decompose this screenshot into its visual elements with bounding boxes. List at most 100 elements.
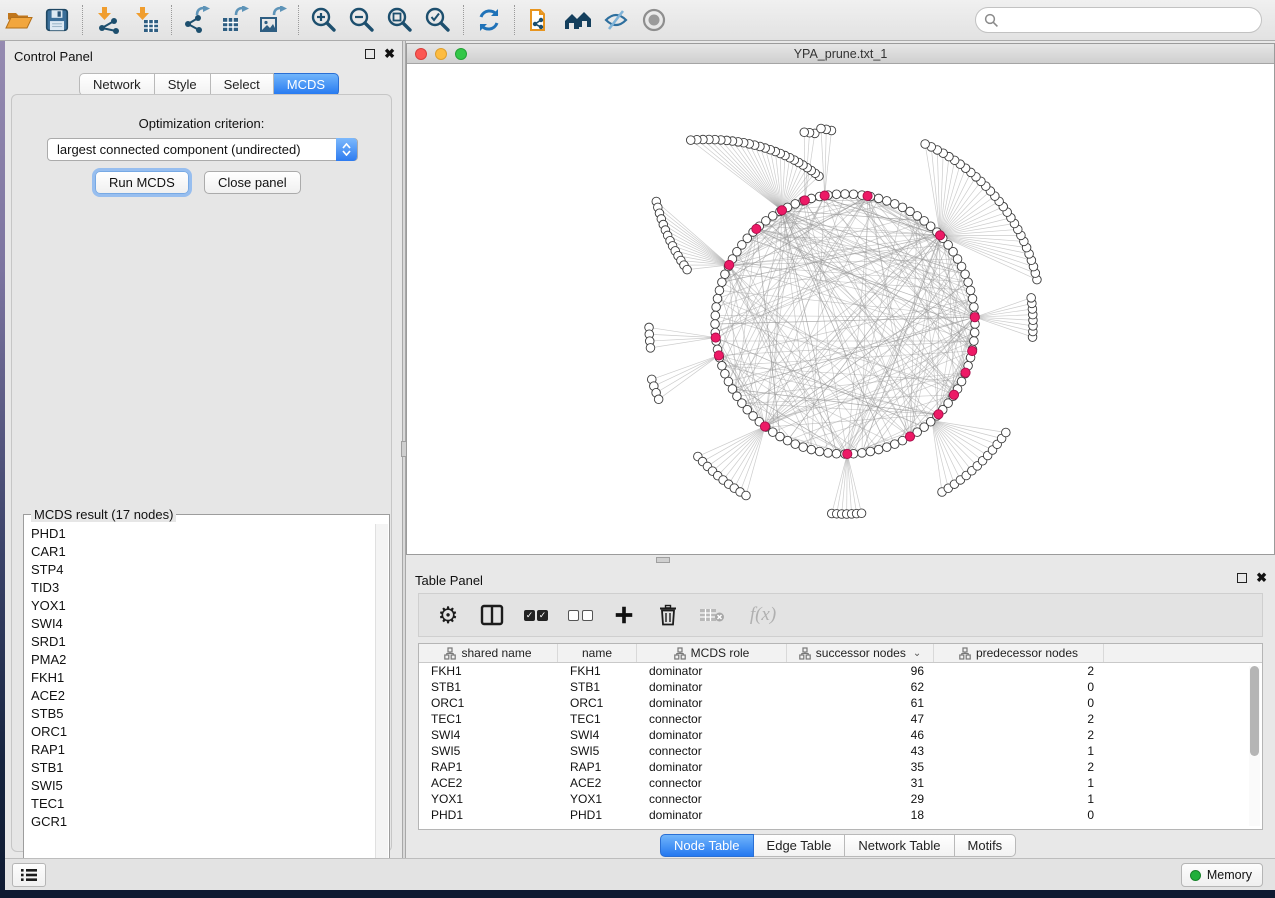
table-row[interactable]: RAP1RAP1dominator352 xyxy=(419,759,1262,775)
network-node[interactable] xyxy=(874,194,883,203)
mcds-result-item[interactable]: TEC1 xyxy=(25,794,375,812)
network-node[interactable] xyxy=(742,491,751,500)
cell-predecessor-nodes[interactable]: 2 xyxy=(934,728,1104,742)
home-button[interactable] xyxy=(559,3,597,37)
network-node[interactable] xyxy=(841,190,850,199)
network-node[interactable] xyxy=(654,395,663,404)
table-scrollbar-thumb[interactable] xyxy=(1250,666,1259,756)
zoom-fit-button[interactable] xyxy=(381,3,419,37)
refresh-layout-button[interactable] xyxy=(470,3,508,37)
network-view-canvas[interactable] xyxy=(407,65,1274,554)
cell-successor-nodes[interactable]: 18 xyxy=(787,808,934,822)
network-node[interactable] xyxy=(890,440,899,449)
network-window-titlebar[interactable]: YPA_prune.txt_1 xyxy=(407,44,1274,64)
mcds-node[interactable] xyxy=(905,432,914,441)
cell-MCDS-role[interactable]: connector xyxy=(637,776,787,790)
mcds-node[interactable] xyxy=(968,346,977,355)
run-mcds-button[interactable]: Run MCDS xyxy=(95,171,189,194)
cell-name[interactable]: TEC1 xyxy=(558,712,637,726)
network-node[interactable] xyxy=(857,509,866,518)
network-node[interactable] xyxy=(718,278,727,287)
network-node[interactable] xyxy=(890,200,899,209)
tab-network-table[interactable]: Network Table xyxy=(845,834,954,857)
cell-shared-name[interactable]: STB1 xyxy=(419,680,558,694)
tab-edge-table[interactable]: Edge Table xyxy=(754,834,846,857)
cell-MCDS-role[interactable]: connector xyxy=(637,744,787,758)
mcds-node[interactable] xyxy=(961,368,970,377)
network-node[interactable] xyxy=(961,270,970,279)
cell-MCDS-role[interactable]: dominator xyxy=(637,760,787,774)
tab-network[interactable]: Network xyxy=(79,73,155,96)
table-mode-button[interactable]: ⚙ xyxy=(433,600,463,630)
table-row[interactable]: STB1STB1dominator620 xyxy=(419,679,1262,695)
search-input[interactable] xyxy=(1002,9,1252,31)
table-panel-close-button[interactable]: ✖ xyxy=(1256,573,1267,583)
network-node[interactable] xyxy=(807,445,816,454)
cell-predecessor-nodes[interactable]: 0 xyxy=(934,808,1104,822)
mcds-result-item[interactable]: ORC1 xyxy=(25,722,375,740)
cell-MCDS-role[interactable]: dominator xyxy=(637,680,787,694)
import-table-button[interactable] xyxy=(127,3,165,37)
network-node[interactable] xyxy=(966,286,975,295)
network-node[interactable] xyxy=(970,337,979,346)
tab-style[interactable]: Style xyxy=(155,73,211,96)
zoom-in-button[interactable] xyxy=(305,3,343,37)
horizontal-splitter[interactable] xyxy=(406,555,1275,565)
network-node[interactable] xyxy=(970,328,979,337)
cell-successor-nodes[interactable]: 61 xyxy=(787,696,934,710)
network-node[interactable] xyxy=(882,443,891,452)
mcds-node[interactable] xyxy=(935,231,944,240)
network-node[interactable] xyxy=(783,436,792,445)
network-node[interactable] xyxy=(800,128,809,137)
network-node[interactable] xyxy=(970,303,979,312)
mcds-result-item[interactable]: PMA2 xyxy=(25,650,375,668)
network-node[interactable] xyxy=(711,311,720,320)
network-node[interactable] xyxy=(715,286,724,295)
mcds-result-item[interactable]: SWI5 xyxy=(25,776,375,794)
cell-predecessor-nodes[interactable]: 1 xyxy=(934,744,1104,758)
cell-successor-nodes[interactable]: 35 xyxy=(787,760,934,774)
delete-table-button[interactable] xyxy=(697,600,727,630)
show-columns-button[interactable] xyxy=(477,600,507,630)
mcds-result-item[interactable]: STP4 xyxy=(25,560,375,578)
cell-shared-name[interactable]: PHD1 xyxy=(419,808,558,822)
import-network-button[interactable] xyxy=(89,3,127,37)
tab-mcds[interactable]: MCDS xyxy=(274,73,339,96)
save-session-button[interactable] xyxy=(38,3,76,37)
mcds-node[interactable] xyxy=(714,351,723,360)
mcds-node[interactable] xyxy=(843,449,852,458)
network-node[interactable] xyxy=(921,140,930,149)
export-table-button[interactable] xyxy=(216,3,254,37)
cell-shared-name[interactable]: TEC1 xyxy=(419,712,558,726)
cell-name[interactable]: STB1 xyxy=(558,680,637,694)
mcds-result-item[interactable]: TID3 xyxy=(25,578,375,596)
mcds-result-item[interactable]: STB1 xyxy=(25,758,375,776)
network-node[interactable] xyxy=(686,136,695,145)
cell-predecessor-nodes[interactable]: 0 xyxy=(934,680,1104,694)
network-document-button[interactable] xyxy=(521,3,559,37)
cell-shared-name[interactable]: SWI4 xyxy=(419,728,558,742)
mcds-result-item[interactable]: RAP1 xyxy=(25,740,375,758)
select-all-button[interactable]: ✓✓ xyxy=(521,600,551,630)
cell-MCDS-role[interactable]: dominator xyxy=(637,696,787,710)
network-node[interactable] xyxy=(721,369,730,378)
show-graphics-details-button[interactable] xyxy=(635,3,673,37)
cell-predecessor-nodes[interactable]: 2 xyxy=(934,760,1104,774)
table-scrollbar[interactable] xyxy=(1249,666,1260,826)
table-row[interactable]: FKH1FKH1dominator962 xyxy=(419,663,1262,679)
cell-MCDS-role[interactable]: connector xyxy=(637,712,787,726)
open-file-button[interactable] xyxy=(0,3,38,37)
cell-shared-name[interactable]: ORC1 xyxy=(419,696,558,710)
export-network-button[interactable] xyxy=(178,3,216,37)
network-node[interactable] xyxy=(849,190,858,199)
network-node[interactable] xyxy=(824,449,833,458)
network-node[interactable] xyxy=(874,445,883,454)
control-panel-close-button[interactable]: ✖ xyxy=(384,49,395,59)
cell-MCDS-role[interactable]: dominator xyxy=(637,664,787,678)
network-node[interactable] xyxy=(799,443,808,452)
table-row[interactable]: ACE2ACE2connector311 xyxy=(419,775,1262,791)
cell-MCDS-role[interactable]: dominator xyxy=(637,808,787,822)
cell-name[interactable]: ORC1 xyxy=(558,696,637,710)
network-node[interactable] xyxy=(858,449,867,458)
network-node[interactable] xyxy=(711,320,720,329)
